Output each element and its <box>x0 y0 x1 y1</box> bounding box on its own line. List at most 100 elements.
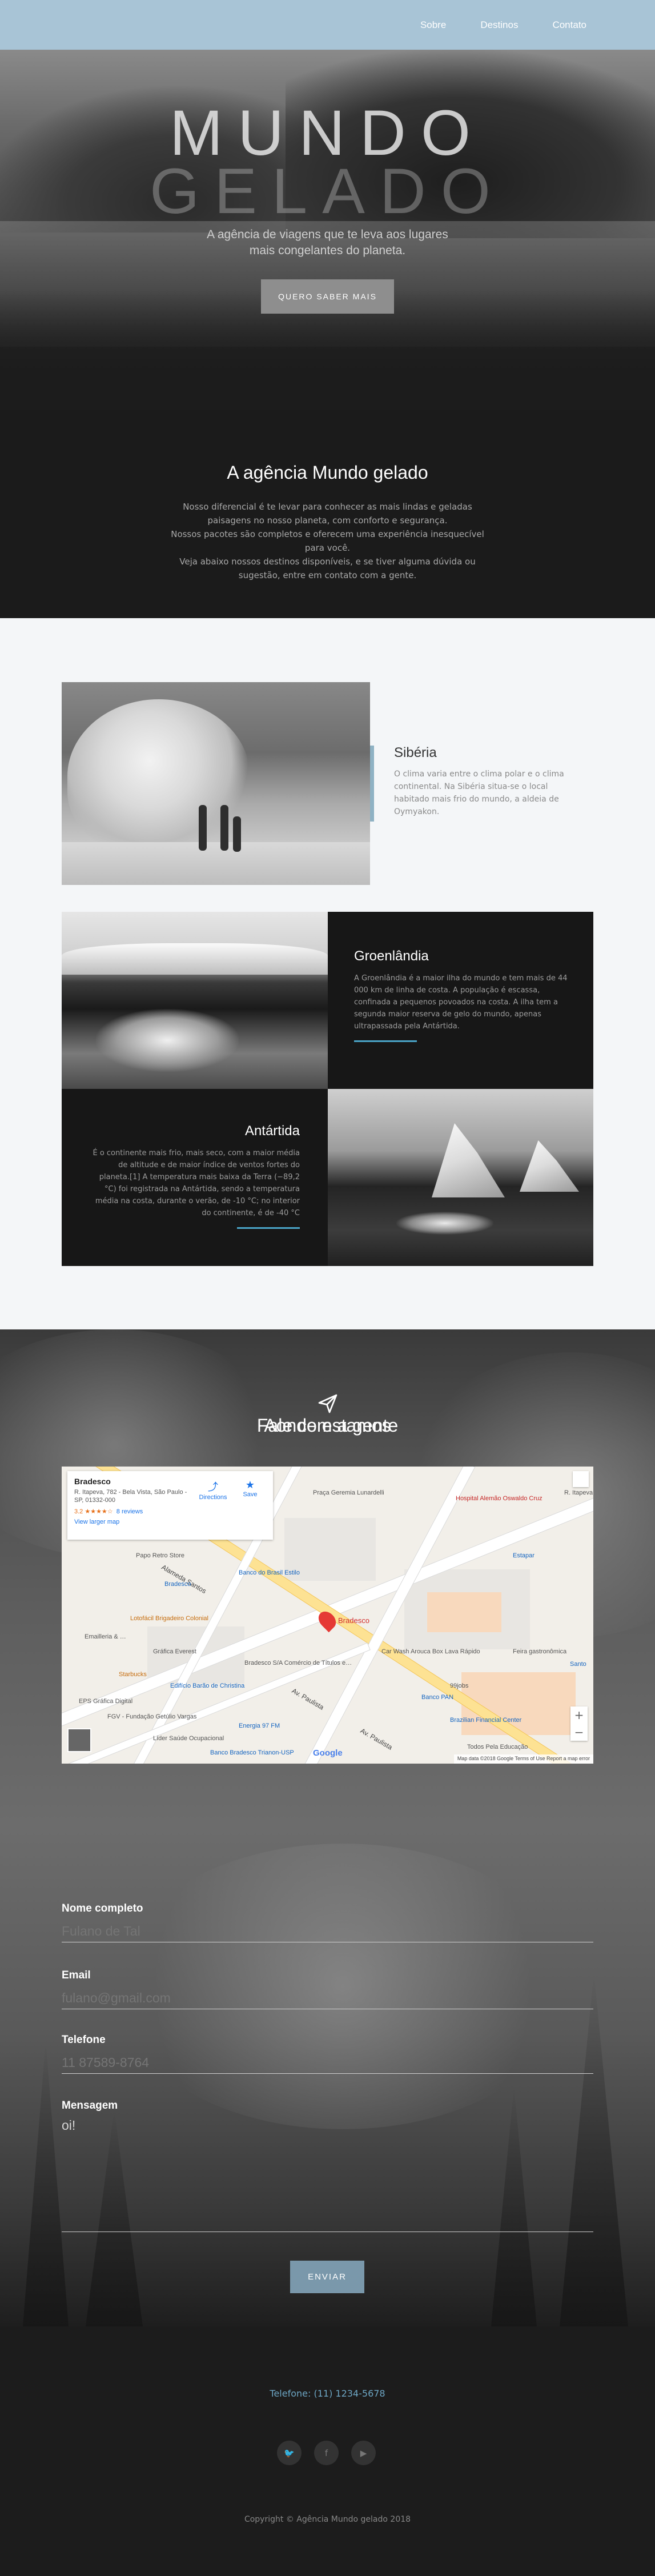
map-label: Feira gastronômica <box>513 1648 567 1655</box>
map-label: Av. Paulista <box>359 1726 394 1752</box>
agency-line: Nossos pacotes são completos e oferecem … <box>171 529 484 539</box>
name-input[interactable] <box>62 1915 593 1942</box>
map-label: Banco PAN <box>421 1694 454 1701</box>
iceberg <box>520 1140 579 1192</box>
footer: Telefone: (11) 1234-5678 🐦 f ▶ Copyright… <box>0 2326 655 2576</box>
nav-destinos[interactable]: Destinos <box>480 19 518 31</box>
view-larger-map-link[interactable]: View larger map <box>74 1519 266 1525</box>
map-label: Líder Saúde Ocupacional <box>153 1735 224 1742</box>
zoom-in-button[interactable]: + <box>570 1706 588 1724</box>
antarctica-card: Antártida É o continente mais frio, mais… <box>62 1089 328 1266</box>
map-info-card: Bradesco R. Itapeva, 782 - Bela Vista, S… <box>67 1471 273 1540</box>
snow-ground <box>62 842 370 885</box>
map-place-address: R. Itapeva, 782 - Bela Vista, São Paulo … <box>74 1489 187 1504</box>
antarctica-photo <box>328 1089 593 1266</box>
footer-phone: Telefone: (11) 1234-5678 <box>270 2388 385 2399</box>
agency-section: A agência Mundo gelado Nosso diferencial… <box>0 410 655 618</box>
agency-line: Veja abaixo nossos destinos disponíveis,… <box>179 556 476 567</box>
map-label: 99jobs <box>450 1682 469 1689</box>
ice-shelf <box>62 943 328 975</box>
nav-sobre[interactable]: Sobre <box>420 19 446 31</box>
map-label: R. Itapeva <box>564 1489 593 1496</box>
learn-more-button[interactable]: QUERO SABER MAIS <box>261 279 394 314</box>
copyright: Copyright © Agência Mundo gelado 2018 <box>244 2515 411 2524</box>
map-label: Car Wash Arouca Box Lava Rápido <box>381 1648 480 1655</box>
twitter-icon[interactable]: 🐦 <box>277 2441 302 2465</box>
destinations-grid: Groenlândia A Groenlândia é a maior ilha… <box>62 912 593 1266</box>
map-label: Papo Retro Store <box>136 1552 184 1559</box>
greenland-card: Groenlândia A Groenlândia é a maior ilha… <box>328 912 593 1089</box>
agency-line: Nosso diferencial é te levar para conhec… <box>183 502 472 512</box>
map-label: Bradesco S/A Comércio de Títulos e… <box>244 1660 352 1666</box>
person-figure <box>233 816 241 852</box>
map-label: Bradesco <box>164 1581 191 1588</box>
hero-title: MUNDO GELADO <box>0 101 655 223</box>
siberia-card: Sibéria O clima varia entre o clima pola… <box>394 745 582 818</box>
greenland-underline <box>354 1040 417 1042</box>
map-reviews-link[interactable]: 8 reviews <box>116 1508 143 1515</box>
nav-contato[interactable]: Contato <box>552 19 586 31</box>
map-label: Banco do Brasil Estilo <box>239 1569 300 1576</box>
siberia-photo <box>62 682 370 885</box>
agency-line: para você. <box>304 543 351 553</box>
map-label: Estapar <box>513 1552 535 1559</box>
star-icon: ★ <box>245 1479 255 1491</box>
map-label: Hospital Alemão Oswaldo Cruz <box>456 1495 543 1502</box>
iceberg <box>432 1123 505 1197</box>
save-button[interactable]: ★ Save <box>230 1479 270 1498</box>
map-label: Edifício Barão de Christina <box>170 1682 245 1689</box>
agency-line: paisagens no nosso planeta, com conforto… <box>207 515 448 526</box>
rating-stars: 3.2 ★★★★☆ <box>74 1508 113 1515</box>
zoom-out-button[interactable]: − <box>570 1724 588 1741</box>
map-pin-label: Bradesco <box>338 1616 369 1625</box>
message-label: Mensagem <box>62 2100 118 2112</box>
hero-subtitle-line2: mais congelantes do planeta. <box>249 244 406 257</box>
directions-button[interactable]: ⤴ Directions <box>193 1479 233 1501</box>
hero-title-line2: GELADO <box>150 155 505 227</box>
antarctica-title: Antártida <box>244 1123 300 1139</box>
paper-plane-icon <box>318 1394 337 1413</box>
name-label: Nome completo <box>62 1902 143 1914</box>
directions-icon: ⤴ <box>208 1481 218 1493</box>
greenland-photo <box>62 912 328 1089</box>
phone-input[interactable] <box>62 2046 593 2074</box>
swimmer <box>396 1212 493 1235</box>
person-figure <box>199 805 207 851</box>
google-logo: Google <box>313 1748 343 1758</box>
street-view-thumbnail[interactable] <box>67 1728 91 1752</box>
map-label: Emailleria & … <box>85 1633 126 1640</box>
email-label: Email <box>62 1969 91 1981</box>
map-label: EPS Gráfica Digital <box>79 1698 133 1705</box>
map-block <box>427 1592 501 1632</box>
water-splash <box>96 1009 239 1072</box>
agency-description: Nosso diferencial é te levar para conhec… <box>154 500 501 582</box>
phone-label: Telefone <box>62 2034 106 2046</box>
map-label: Banco Bradesco Trianon-USP <box>210 1749 294 1756</box>
hero-section: MUNDO GELADO A agência de viagens que te… <box>0 50 655 410</box>
map-label: Gráfica Everest <box>153 1648 196 1655</box>
map-label: Brazilian Financial Center <box>450 1717 522 1724</box>
message-textarea[interactable]: oi! <box>62 2112 593 2232</box>
map-label: Alameda Santos <box>160 1563 208 1596</box>
youtube-icon[interactable]: ▶ <box>351 2441 376 2465</box>
map-footer: Map data ©2018 Google Terms of Use Repor… <box>453 1754 593 1764</box>
destinations-section: Sibéria O clima varia entre o clima pola… <box>0 618 655 1329</box>
location-contact-section: Aonde estamos Praça Geremia Lunardelli H… <box>0 1329 655 2326</box>
siberia-text: O clima varia entre o clima polar e o cl… <box>394 770 564 816</box>
fullscreen-icon[interactable] <box>573 1471 589 1487</box>
map-label: Energia 97 FM <box>239 1722 280 1729</box>
save-label: Save <box>243 1491 258 1498</box>
contact-title: Fale com a gente <box>256 1415 399 1436</box>
facebook-icon[interactable]: f <box>314 2441 339 2465</box>
email-field: Email <box>62 1969 593 2009</box>
send-button[interactable]: ENVIAR <box>290 2261 364 2293</box>
agency-title: A agência Mundo gelado <box>227 462 428 483</box>
top-nav: Sobre Destinos Contato <box>0 0 655 50</box>
name-field: Nome completo <box>62 1902 593 1942</box>
email-input[interactable] <box>62 1982 593 2009</box>
greenland-title: Groenlândia <box>354 948 429 964</box>
zoom-controls: + − <box>570 1706 588 1741</box>
map-label: Starbucks <box>119 1671 147 1678</box>
map-rating: 3.2 ★★★★☆ 8 reviews <box>74 1508 266 1515</box>
google-map[interactable]: Praça Geremia Lunardelli Hospital Alemão… <box>62 1467 593 1764</box>
